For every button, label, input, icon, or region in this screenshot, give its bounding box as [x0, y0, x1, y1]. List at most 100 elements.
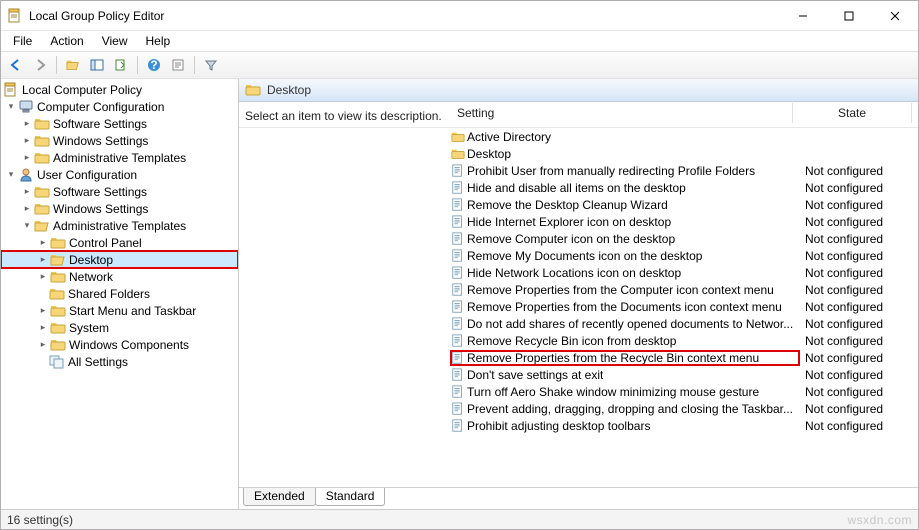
list-item[interactable]: Turn off Aero Shake window minimizing mo… [239, 383, 918, 400]
folder-icon [49, 286, 65, 302]
folder-icon [451, 130, 465, 144]
expand-icon[interactable]: ▸ [37, 271, 49, 283]
tree-panel[interactable]: Local Computer Policy ▾ Computer Configu… [1, 79, 239, 509]
list-item-label: Desktop [467, 147, 511, 161]
policy-icon [451, 419, 465, 433]
properties-button[interactable] [167, 54, 189, 76]
menu-file[interactable]: File [5, 32, 40, 50]
list-item[interactable]: Active Directory [239, 128, 918, 145]
menu-action[interactable]: Action [42, 32, 91, 50]
expand-icon[interactable]: ▸ [37, 237, 49, 249]
tree-wincomp[interactable]: ▸ Windows Components [1, 336, 238, 353]
expand-icon[interactable]: ▸ [37, 339, 49, 351]
list-item[interactable]: Remove Computer icon on the desktopNot c… [239, 230, 918, 247]
toolbar-separator-3 [194, 56, 195, 74]
folder-icon [34, 184, 50, 200]
expand-icon[interactable]: ▸ [37, 305, 49, 317]
tree-user-config[interactable]: ▾ User Configuration [1, 166, 238, 183]
window-root: Local Group Policy Editor File Action Vi… [0, 0, 919, 530]
list-item[interactable]: Don't save settings at exitNot configure… [239, 366, 918, 383]
settings-list[interactable]: Active Directory DesktopProhibit User fro… [239, 128, 918, 487]
tree-shared[interactable]: Shared Folders [1, 285, 238, 302]
forward-button[interactable] [29, 54, 51, 76]
expand-icon[interactable]: ▸ [21, 135, 33, 147]
tree-cc-software[interactable]: ▸ Software Settings [1, 115, 238, 132]
show-hide-tree-button[interactable] [86, 54, 108, 76]
tree-uc-admin[interactable]: ▾ Administrative Templates [1, 217, 238, 234]
policy-icon [451, 368, 465, 382]
tree-network[interactable]: ▸ Network [1, 268, 238, 285]
up-button[interactable] [62, 54, 84, 76]
tree-uc-software[interactable]: ▸ Software Settings [1, 183, 238, 200]
list-item[interactable]: Prevent adding, dragging, dropping and c… [239, 400, 918, 417]
list-item[interactable]: Remove Recycle Bin icon from desktopNot … [239, 332, 918, 349]
list-item-state: Not configured [799, 317, 918, 331]
menubar: File Action View Help [1, 31, 918, 51]
tree-startmenu[interactable]: ▸ Start Menu and Taskbar [1, 302, 238, 319]
tree-root[interactable]: Local Computer Policy [1, 81, 238, 98]
column-state[interactable]: State [793, 103, 912, 123]
list-item-state: Not configured [799, 266, 918, 280]
list-item[interactable]: Remove Properties from the Recycle Bin c… [239, 349, 918, 366]
list-item[interactable]: Remove Properties from the Computer icon… [239, 281, 918, 298]
menu-help[interactable]: Help [138, 32, 179, 50]
list-item-label: Remove Computer icon on the desktop [467, 232, 675, 246]
close-button[interactable] [872, 1, 918, 30]
tree-allsettings[interactable]: All Settings [1, 353, 238, 370]
expand-icon[interactable]: ▸ [21, 118, 33, 130]
list-item-state: Not configured [799, 402, 918, 416]
policy-icon [451, 402, 465, 416]
tab-extended[interactable]: Extended [243, 488, 316, 506]
list-item[interactable]: Hide and disable all items on the deskto… [239, 179, 918, 196]
expand-icon[interactable]: ▸ [37, 322, 49, 334]
list-item-setting: Hide and disable all items on the deskto… [451, 181, 799, 195]
export-button[interactable] [110, 54, 132, 76]
expand-icon[interactable]: ▸ [21, 152, 33, 164]
tree-uc-windows[interactable]: ▸ Windows Settings [1, 200, 238, 217]
column-setting[interactable]: Setting [451, 103, 793, 123]
settings-group-icon [49, 354, 65, 370]
list-item-label: Don't save settings at exit [467, 368, 603, 382]
policy-icon [451, 283, 465, 297]
list-item[interactable]: Hide Network Locations icon on desktopNo… [239, 264, 918, 281]
list-item[interactable]: Do not add shares of recently opened doc… [239, 315, 918, 332]
tree-cc-windows[interactable]: ▸ Windows Settings [1, 132, 238, 149]
folder-icon [34, 201, 50, 217]
list-item-setting: Do not add shares of recently opened doc… [451, 317, 799, 331]
expand-icon[interactable]: ▸ [37, 254, 49, 266]
menu-view[interactable]: View [94, 32, 136, 50]
tree-control-panel[interactable]: ▸ Control Panel [1, 234, 238, 251]
list-item-label: Turn off Aero Shake window minimizing mo… [467, 385, 759, 399]
tree-computer-config[interactable]: ▾ Computer Configuration [1, 98, 238, 115]
list-item-state: Not configured [799, 334, 918, 348]
list-item[interactable]: Remove My Documents icon on the desktopN… [239, 247, 918, 264]
back-button[interactable] [5, 54, 27, 76]
expand-icon[interactable]: ▸ [21, 186, 33, 198]
header-row: Select an item to view its description. … [239, 102, 918, 128]
list-item[interactable]: Remove the Desktop Cleanup WizardNot con… [239, 196, 918, 213]
statusbar: 16 setting(s) wsxdn.com [1, 509, 918, 529]
list-item[interactable]: Desktop [239, 145, 918, 162]
folder-icon [50, 269, 66, 285]
filter-button[interactable] [200, 54, 222, 76]
toolbar-separator [56, 56, 57, 74]
policy-icon [451, 232, 465, 246]
list-item[interactable]: Hide Internet Explorer icon on desktopNo… [239, 213, 918, 230]
list-item[interactable]: Remove Properties from the Documents ico… [239, 298, 918, 315]
maximize-button[interactable] [826, 1, 872, 30]
tree-desktop[interactable]: ▸ Desktop [1, 251, 238, 268]
list-item[interactable]: Prohibit User from manually redirecting … [239, 162, 918, 179]
minimize-button[interactable] [780, 1, 826, 30]
tree-cc-admin[interactable]: ▸ Administrative Templates [1, 149, 238, 166]
collapse-icon[interactable]: ▾ [21, 220, 33, 232]
list-item[interactable]: Prohibit adjusting desktop toolbarsNot c… [239, 417, 918, 434]
folder-icon [34, 133, 50, 149]
tree-system[interactable]: ▸ System [1, 319, 238, 336]
collapse-icon[interactable]: ▾ [5, 169, 17, 181]
list-item-setting: Remove Properties from the Computer icon… [451, 283, 799, 297]
collapse-icon[interactable]: ▾ [5, 101, 17, 113]
folder-icon [34, 150, 50, 166]
help-button[interactable]: ? [143, 54, 165, 76]
expand-icon[interactable]: ▸ [21, 203, 33, 215]
tab-standard[interactable]: Standard [315, 488, 386, 506]
